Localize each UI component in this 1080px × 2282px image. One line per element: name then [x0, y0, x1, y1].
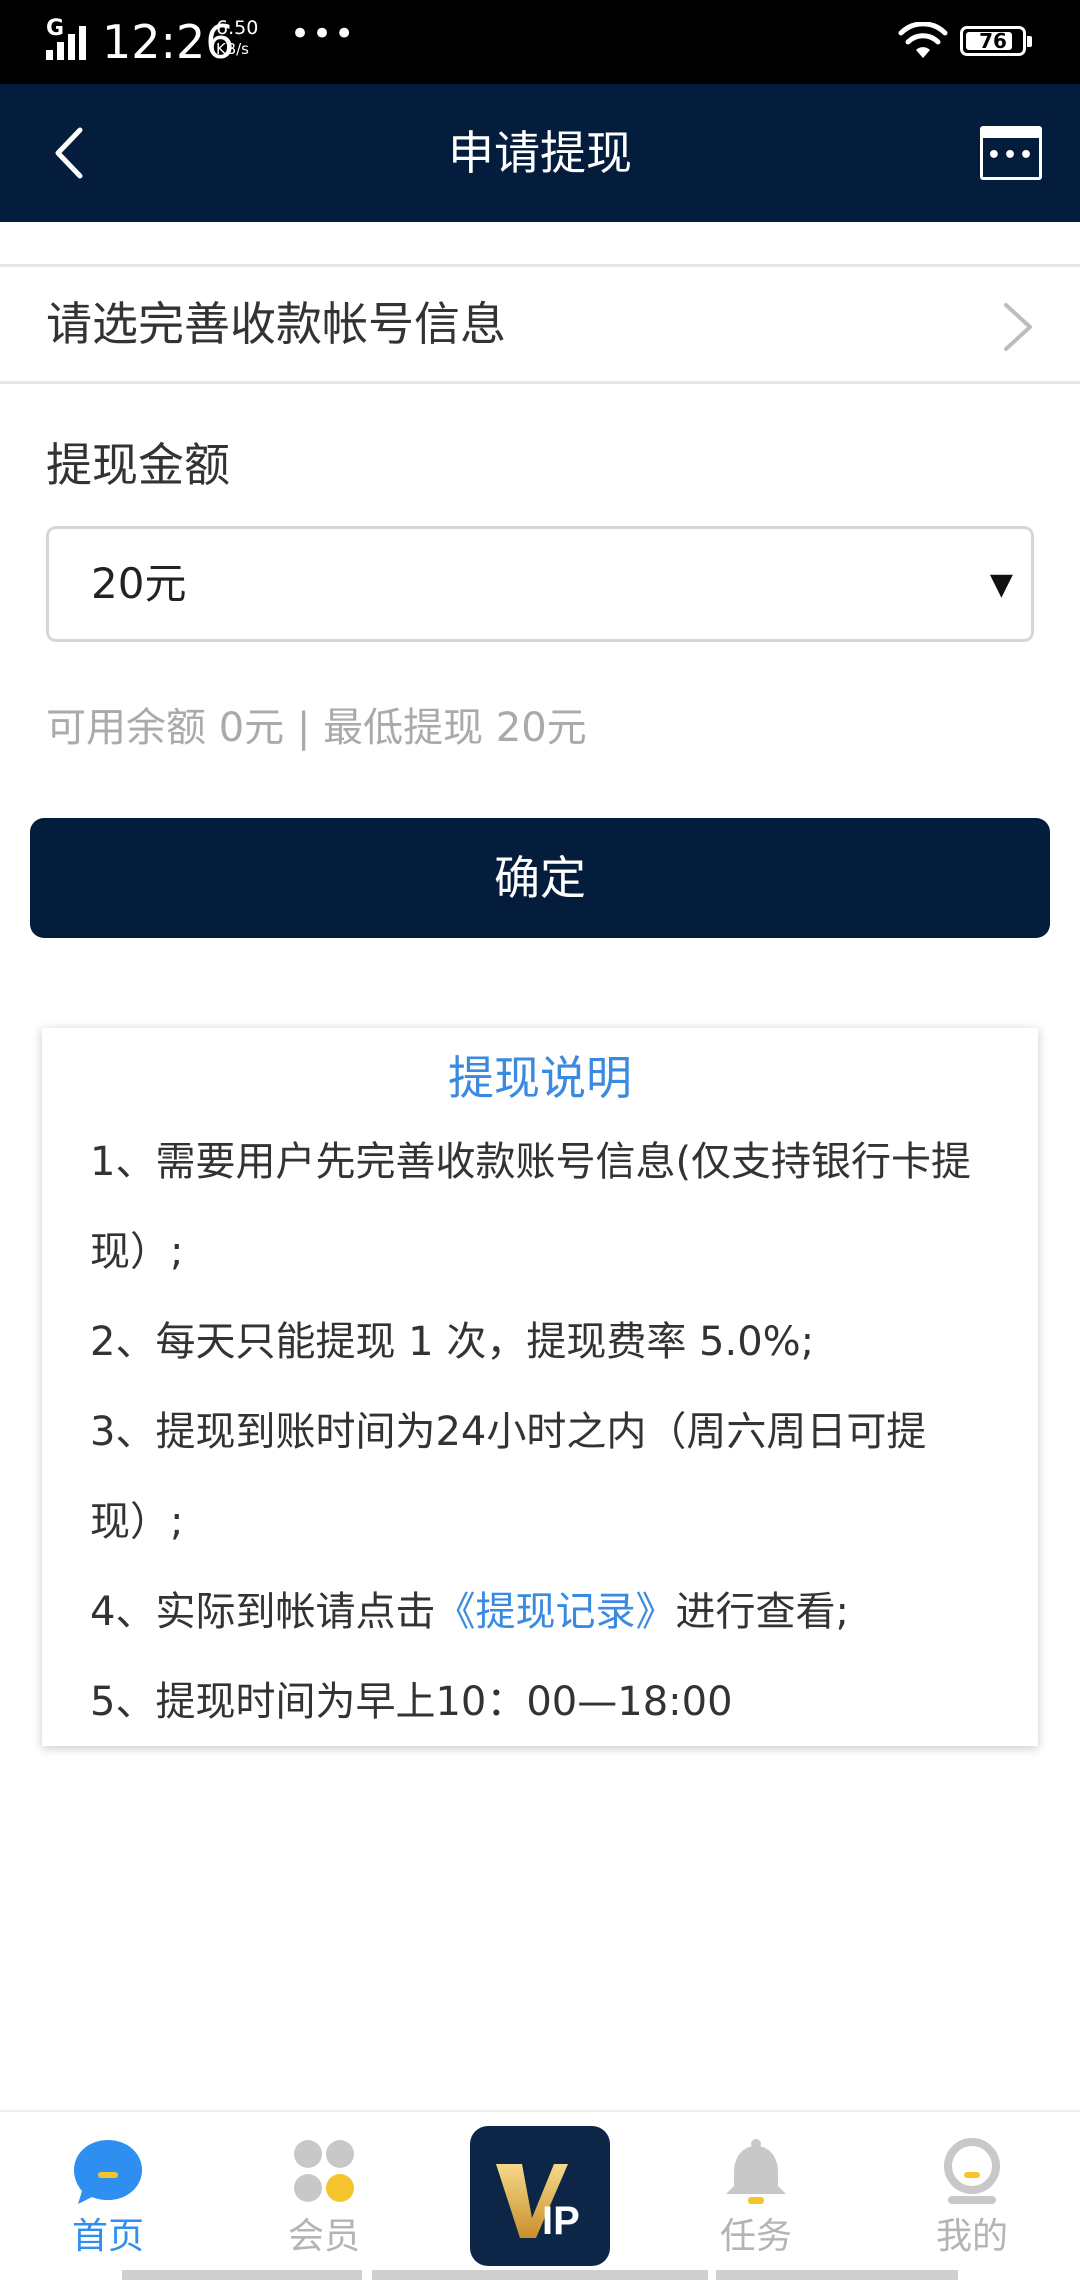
instruction-line: 5、提现时间为早上10：00—18:00: [90, 1679, 733, 1725]
battery-level: 76: [979, 29, 1007, 53]
tab-members[interactable]: 会员: [216, 2112, 432, 2282]
nav-indicator: [122, 2270, 362, 2280]
withdraw-records-link[interactable]: 《提现记录》: [435, 1589, 675, 1635]
balance-info: 可用余额 0元 | 最低提现 20元: [46, 705, 587, 751]
wifi-icon: [898, 22, 948, 58]
vip-badge-icon: IP: [496, 2164, 580, 2243]
tab-tasks-label: 任务: [719, 2216, 792, 2257]
dropdown-arrow-icon: ▼: [989, 567, 1013, 602]
speed-unit: KB/s: [216, 40, 249, 58]
profile-icon: [944, 2138, 1000, 2204]
nav-indicator: [716, 2270, 958, 2280]
instruction-text: 进行查看;: [675, 1589, 849, 1635]
instruction-text: 4、实际到帐请点击: [90, 1589, 436, 1635]
tab-tasks[interactable]: 任务: [648, 2112, 864, 2282]
status-bar: G 12:26 6.50 KB/s ••• 76: [0, 0, 1080, 84]
members-icon: [294, 2140, 354, 2202]
amount-label: 提现金额: [46, 438, 230, 492]
page-title: 申请提现: [448, 126, 632, 180]
tab-home[interactable]: 首页: [0, 2112, 216, 2282]
account-select-row[interactable]: 请选完善收款帐号信息: [0, 264, 1080, 384]
instruction-line: 3、提现到账时间为24小时之内（周六周日可提: [90, 1409, 927, 1455]
instruction-line: 1、需要用户先完善收款账号信息(仅支持银行卡提: [90, 1139, 972, 1185]
status-time: 12:26: [102, 15, 235, 69]
instruction-line: 现）;: [90, 1499, 184, 1545]
confirm-button[interactable]: 确定: [30, 818, 1050, 938]
instruction-line: 现）;: [90, 1229, 184, 1275]
network-speed: 6.50 KB/s: [216, 18, 258, 60]
speed-value: 6.50: [216, 17, 259, 39]
withdraw-instructions-card: 提现说明 1、需要用户先完善收款账号信息(仅支持银行卡提 现）; 2、每天只能提…: [42, 1028, 1038, 1746]
tab-home-label: 首页: [71, 2216, 144, 2257]
instructions-title: 提现说明: [448, 1051, 632, 1105]
bell-icon: [726, 2139, 786, 2204]
instruction-line: 2、每天只能提现 1 次，提现费率 5.0%;: [90, 1319, 815, 1365]
tab-profile-label: 我的: [935, 2216, 1008, 2257]
svg-text:IP: IP: [542, 2199, 580, 2243]
account-row-label: 请选完善收款帐号信息: [46, 297, 506, 351]
tab-profile[interactable]: 我的: [864, 2112, 1080, 2282]
app-header: 申请提现 •••: [0, 84, 1080, 222]
nav-indicator: [372, 2270, 708, 2280]
bottom-tab-bar: 首页 会员 IP 任务 我的: [0, 2110, 1080, 2280]
network-type: G: [46, 16, 65, 41]
chevron-right-icon: [1004, 303, 1032, 351]
amount-select[interactable]: 20元 ▼: [46, 526, 1034, 642]
amount-selected-value: 20元: [91, 559, 187, 608]
chat-bubble-icon: [74, 2140, 142, 2204]
more-notifications-icon: •••: [290, 14, 357, 54]
tab-members-label: 会员: [287, 2216, 360, 2257]
tab-vip[interactable]: IP: [470, 2126, 610, 2266]
battery-icon: 76: [960, 26, 1032, 56]
instruction-line: 4、实际到帐请点击《提现记录》进行查看;: [90, 1584, 849, 1640]
keyboard-icon[interactable]: •••: [980, 126, 1042, 180]
